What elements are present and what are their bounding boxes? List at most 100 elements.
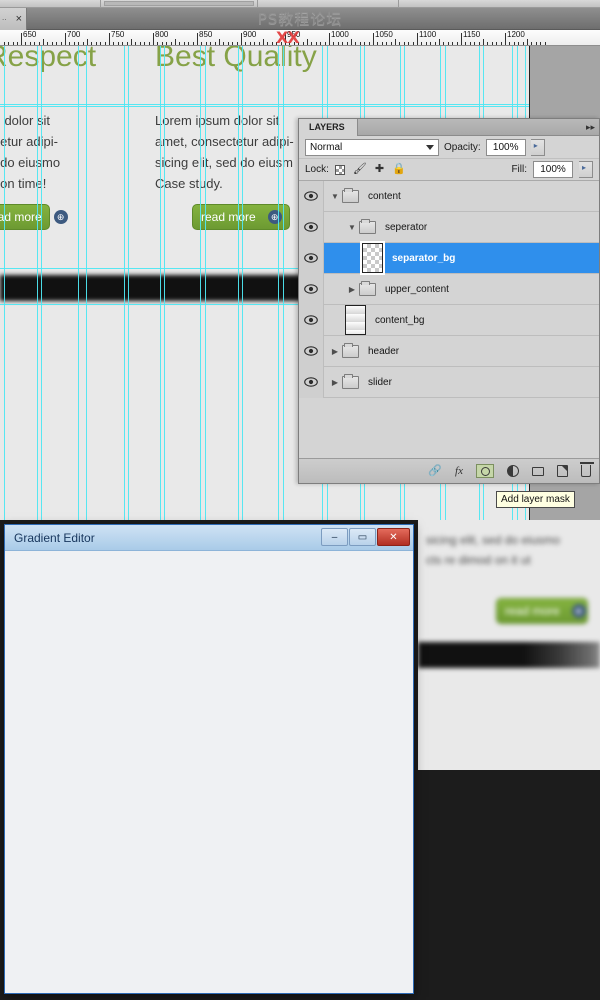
canvas-guide[interactable] [4,46,5,520]
layers-panel-tabrow: LAYERS ▸▸ [299,119,599,136]
ruler-tick [105,42,106,45]
tab-layers[interactable]: LAYERS [299,119,358,136]
canvas-guide[interactable] [124,46,125,520]
ruler-tick [131,39,132,45]
ruler-label: 750 [111,30,125,39]
canvas-guide[interactable] [238,46,239,520]
layer-row-seperator[interactable]: ▼ seperator [299,211,599,243]
layer-visibility-toggle[interactable] [299,366,324,398]
maximize-button[interactable]: ▭ [349,528,376,546]
canvas-guide[interactable] [78,46,79,520]
canvas-guide[interactable] [0,104,530,105]
layer-expand-twisty[interactable]: ▶ [328,347,342,356]
appbar-divider [100,0,101,8]
close-button[interactable]: ✕ [377,528,410,546]
layer-expand-twisty[interactable]: ▼ [328,192,342,201]
canvas-guide[interactable] [86,46,87,520]
canvas-guide[interactable] [205,46,206,520]
layers-panel[interactable]: LAYERS ▸▸ Normal Opacity: 100% Lock: 🖌 ✚… [298,118,600,484]
link-layers-icon[interactable]: 🔗 [428,465,442,477]
ruler-tick [395,39,396,45]
ruler-tick [347,42,348,45]
layer-thumbnail[interactable] [362,243,383,273]
new-group-icon[interactable] [532,466,544,476]
ruler-tick [518,42,519,45]
blurred-separator-graphic [418,642,600,668]
fill-stepper[interactable] [579,161,593,178]
appbar-field[interactable] [104,1,254,6]
move-lock-icon[interactable]: ✚ [375,164,384,175]
read-more-button[interactable]: read more ⊕ [192,204,290,230]
layer-row-upper_content[interactable]: ▶ upper_content [299,273,599,305]
transparency-lock-icon[interactable] [334,164,345,175]
layer-row-slider[interactable]: ▶ slider [299,366,599,398]
canvas-guide[interactable] [0,106,530,107]
layer-row-separator_bg[interactable]: separator_bg [299,242,599,274]
ruler-tick [452,42,453,45]
layer-visibility-toggle[interactable] [299,242,324,274]
ruler-tick [83,42,84,45]
ruler-tick [408,42,409,45]
fill-input[interactable]: 100% [533,161,573,178]
ruler-tick [338,42,339,45]
layer-row-content[interactable]: ▼ content [299,181,599,212]
layer-expand-twisty[interactable]: ▶ [345,285,359,294]
layer-name: content [368,190,401,202]
canvas-guide[interactable] [41,46,42,520]
canvas-guide[interactable] [37,46,38,520]
layer-visibility-toggle[interactable] [299,335,324,367]
ruler-tick [496,42,497,45]
blend-mode-select[interactable]: Normal [305,138,439,156]
layer-row-header[interactable]: ▶ header [299,335,599,367]
ruler-tick [254,42,255,45]
layer-expand-twisty[interactable]: ▼ [345,223,359,232]
ruler-tick [342,42,343,45]
ruler-tick [391,42,392,45]
ruler-tick [241,33,242,45]
ruler-tick [34,42,35,45]
ruler-tick [483,39,484,45]
canvas-guide[interactable] [128,46,129,520]
minimize-button[interactable]: – [321,528,348,546]
blurred-read-more-button[interactable]: read more ⊕ [496,598,588,624]
ruler-tick [443,42,444,45]
ruler-tick [545,42,546,45]
layer-style-fx-icon[interactable]: fx [455,465,463,477]
canvas-guide[interactable] [242,46,243,520]
ruler-tick [96,42,97,45]
ruler-tick [448,42,449,45]
ruler-tick [149,42,150,45]
dialog-titlebar[interactable]: Gradient Editor – ▭ ✕ [5,525,413,551]
opacity-input[interactable]: 100% [485,138,526,156]
canvas-guide[interactable] [164,46,165,520]
chevron-down-icon [426,144,434,150]
adjustment-layer-icon[interactable] [507,465,519,477]
ruler-label: 950 [287,30,301,39]
delete-layer-icon[interactable] [580,462,594,477]
canvas-guide[interactable] [200,46,201,520]
appbar-divider [398,0,399,8]
layer-row-content_bg[interactable]: content_bg [299,304,599,336]
gradient-editor-dialog[interactable]: Gradient Editor – ▭ ✕ Presets ▸ ▲ ▼ OK C… [4,524,414,994]
canvas-guide[interactable] [283,46,284,520]
canvas-guide[interactable] [278,46,279,520]
read-more-button[interactable]: read more ⊕ [0,204,68,230]
ruler-tick [122,42,123,45]
add-layer-mask-icon[interactable] [476,464,494,478]
layer-visibility-toggle[interactable] [299,273,324,305]
layer-visibility-toggle[interactable] [299,211,324,243]
read-more-label: read more [201,210,256,224]
opacity-stepper[interactable] [530,138,545,156]
collapse-panel-icon[interactable]: ▸▸ [586,122,595,133]
layer-visibility-toggle[interactable] [299,304,324,336]
canvas-guide[interactable] [160,46,161,520]
horizontal-ruler[interactable]: 650 700 750 800 850 900 950 1000 1050 1100 1150 120… [0,30,600,46]
layer-visibility-toggle[interactable] [299,181,324,212]
new-layer-icon[interactable] [557,465,568,477]
layer-expand-twisty[interactable]: ▶ [328,378,342,387]
brush-lock-icon[interactable]: 🖌 [353,164,367,175]
all-lock-icon[interactable]: 🔒 [392,164,406,175]
layer-thumbnail[interactable] [345,305,366,335]
ruler-tick [87,39,88,45]
layer-list[interactable]: ▼ content ▼ seperator separator_bg ▶ upper_con… [299,181,599,452]
